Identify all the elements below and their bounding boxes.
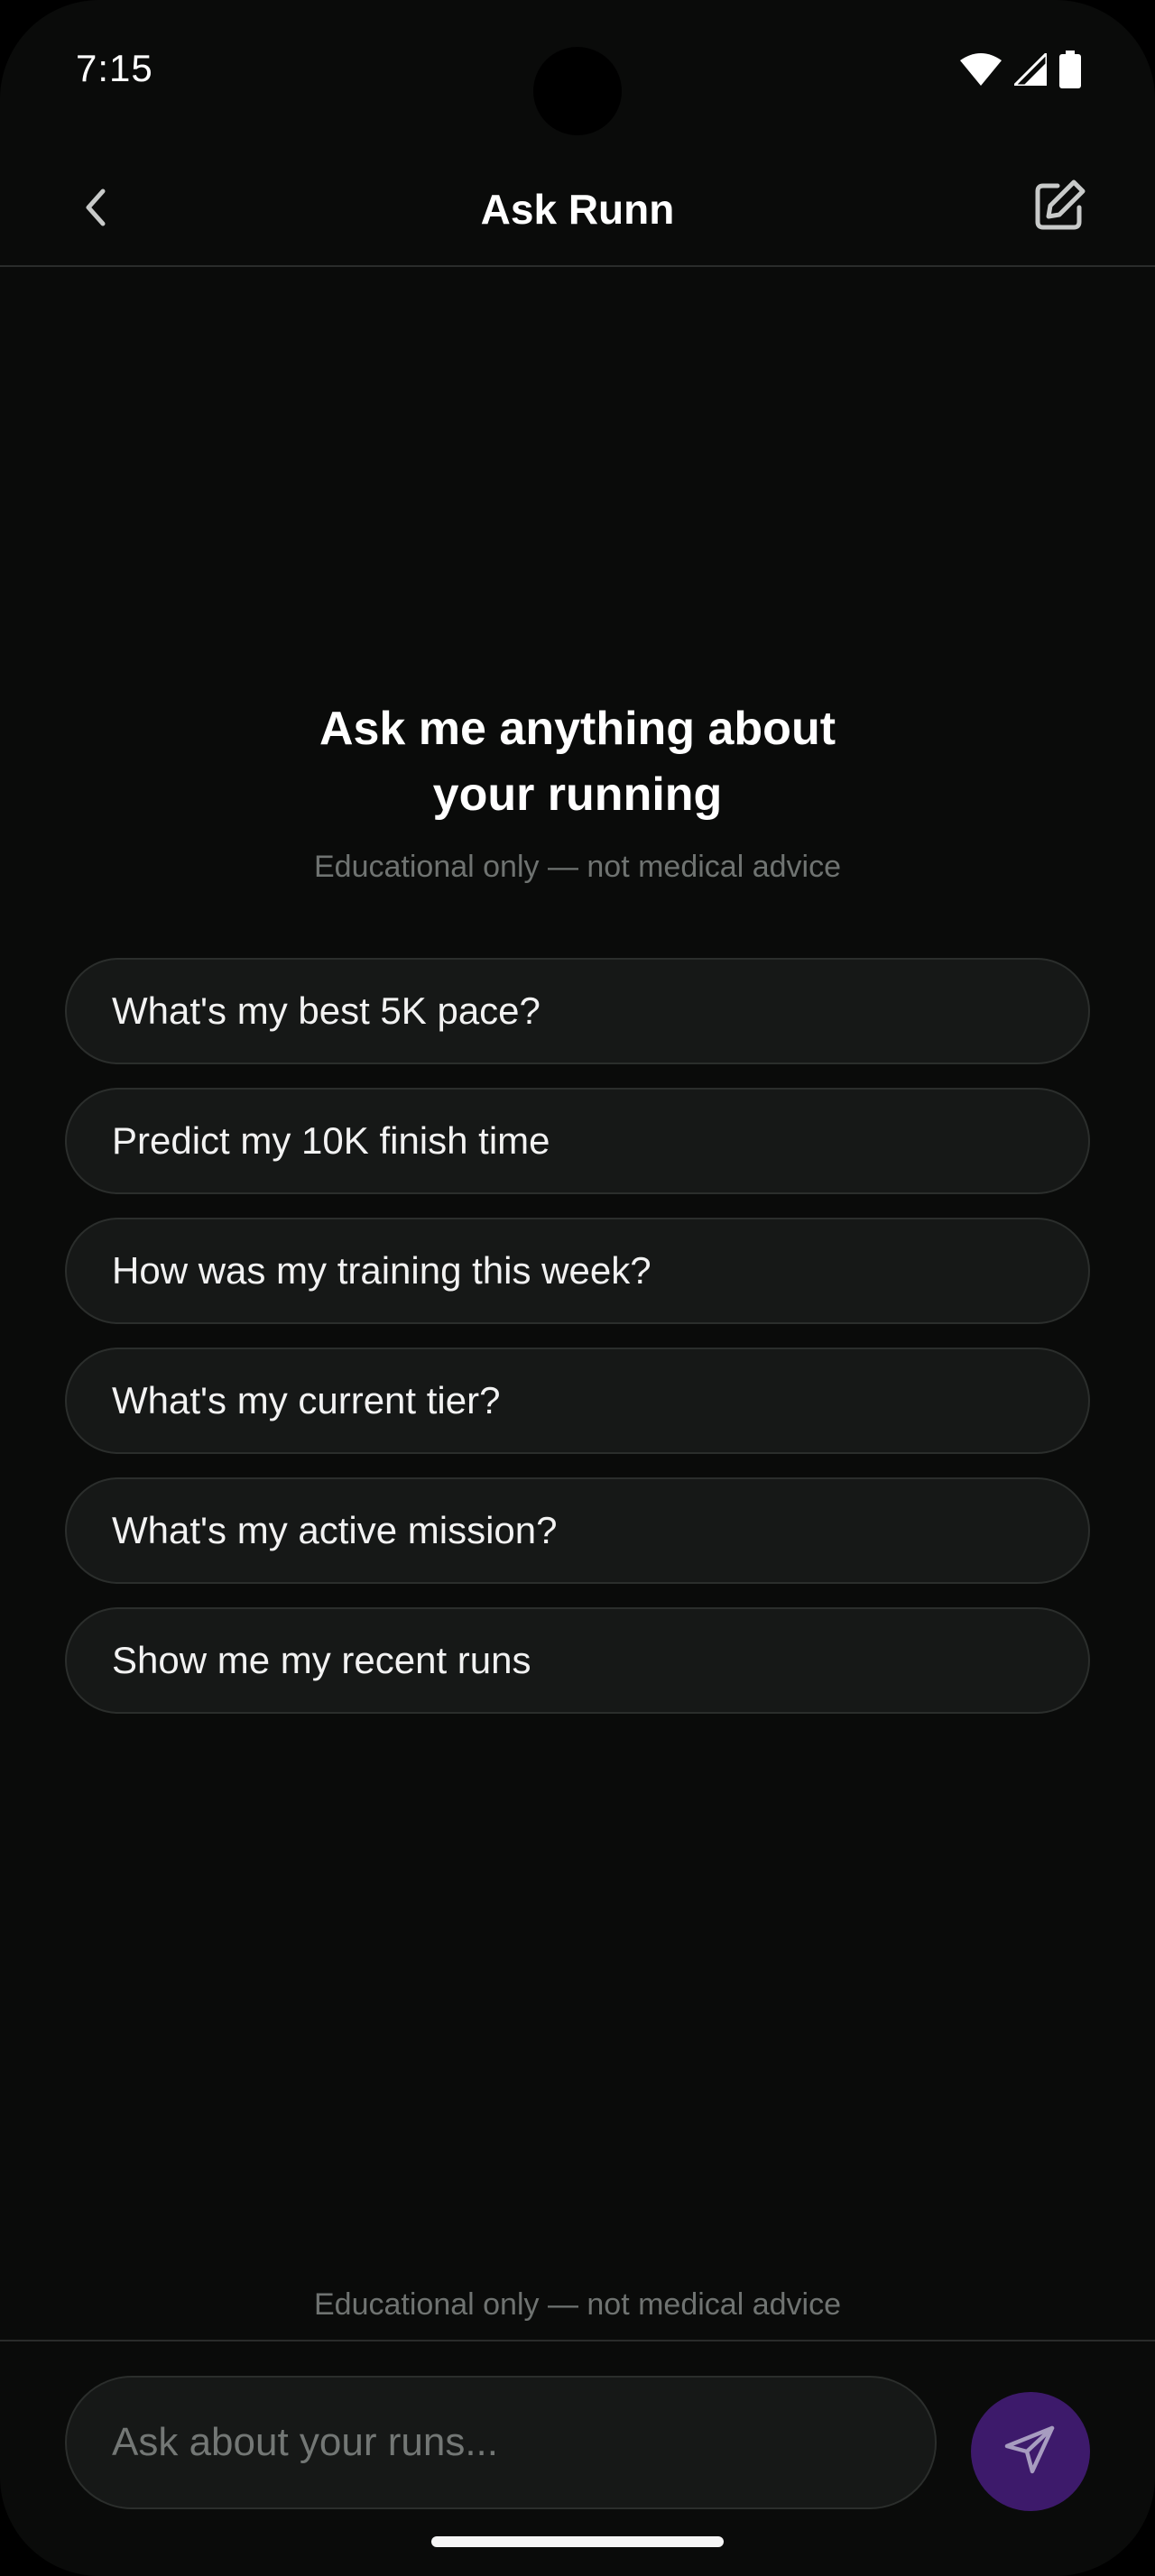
suggestion-chip[interactable]: Show me my recent runs [65, 1607, 1090, 1714]
suggestion-list: What's my best 5K pace? Predict my 10K f… [65, 958, 1090, 1714]
app-header: Ask Runn [0, 153, 1155, 267]
footer-disclaimer: Educational only — not medical advice [314, 2287, 841, 2322]
chat-screen: 7:15 Ask Runn Ask me anything about your… [0, 0, 1155, 2576]
empty-state-title: Ask me anything about your running [217, 696, 938, 828]
suggestion-chip[interactable]: What's my active mission? [65, 1477, 1090, 1584]
edit-square-icon [1032, 179, 1086, 237]
suggestion-chip[interactable]: How was my training this week? [65, 1218, 1090, 1324]
message-input[interactable] [65, 2376, 937, 2509]
suggestion-chip[interactable]: What's my current tier? [65, 1348, 1090, 1454]
empty-state-title-line2: your running [432, 768, 723, 821]
disclaimer-text: Educational only — not medical advice [314, 850, 841, 884]
suggestion-chip[interactable]: What's my best 5K pace? [65, 958, 1090, 1064]
new-chat-button[interactable] [1025, 173, 1094, 242]
home-indicator[interactable] [431, 2536, 724, 2547]
send-button[interactable] [971, 2392, 1090, 2511]
cellular-signal-icon [1011, 50, 1049, 90]
status-time: 7:15 [76, 47, 153, 89]
camera-cutout [533, 47, 622, 135]
send-icon [1003, 2423, 1058, 2481]
suggestion-chip[interactable]: Predict my 10K finish time [65, 1088, 1090, 1194]
empty-state-title-line1: Ask me anything about [319, 703, 836, 755]
status-icons [960, 50, 1081, 93]
wifi-icon [960, 53, 1002, 90]
page-title: Ask Runn [480, 186, 675, 233]
battery-icon [1059, 51, 1081, 93]
